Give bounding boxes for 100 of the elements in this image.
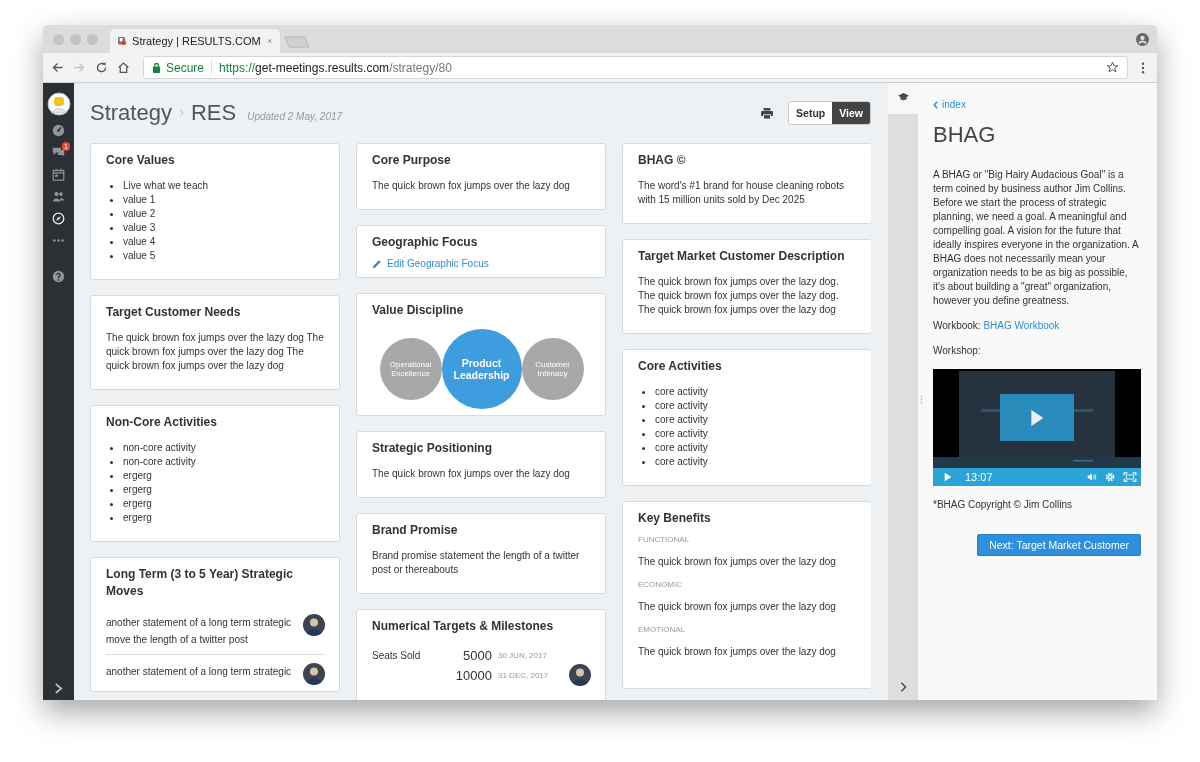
bullet-icon xyxy=(642,446,645,450)
close-icon[interactable] xyxy=(266,37,272,45)
target-date: 30 JUN, 2017 xyxy=(498,650,547,660)
benefit-label: EMOTIONAL xyxy=(638,625,687,634)
list-item: ergerg xyxy=(123,483,152,497)
workbook-text: Workbook: BHAG Workbook xyxy=(933,319,1061,333)
list-item: core activity xyxy=(655,427,708,441)
card-text: The quick brown fox jumps over the lazy dog xyxy=(372,467,571,481)
bullet-icon xyxy=(110,502,113,506)
card-title: Numerical Targets & Milestones xyxy=(372,618,555,635)
benefit-text: The quick brown fox jumps over the lazy dog xyxy=(638,646,837,657)
calendar-icon[interactable] xyxy=(52,167,65,181)
benefit-text: The quick brown fox jumps over the lazy dog xyxy=(638,556,837,567)
help-icon[interactable] xyxy=(52,269,65,283)
people-icon[interactable] xyxy=(52,189,65,203)
copyright-text: *BHAG Copyright © Jim Collins xyxy=(933,498,1074,512)
list-item: value 5 xyxy=(123,249,156,263)
list-item: ergerg xyxy=(123,469,152,483)
bullet-icon xyxy=(110,240,113,244)
graduation-cap-icon[interactable] xyxy=(897,93,909,101)
edit-link[interactable]: Edit Geographic Focus xyxy=(387,258,489,269)
play-button[interactable] xyxy=(1000,394,1074,441)
list-item: core activity xyxy=(655,399,708,413)
compass-icon[interactable] xyxy=(52,211,65,225)
benefit-text: The quick brown fox jumps over the lazy dog xyxy=(638,601,837,612)
avatar xyxy=(303,663,325,685)
card-title: Value Discipline xyxy=(372,302,465,319)
strategic-move-text: another statement of a long term strategic move the length of a twitter post xyxy=(106,616,293,647)
bullet-icon xyxy=(110,488,113,492)
card-title: BHAG © xyxy=(638,152,687,169)
target-date: 31 DEC, 2017 xyxy=(498,670,549,680)
settings-icon[interactable] xyxy=(1105,472,1115,482)
discipline-option[interactable]: Product Leadership xyxy=(441,329,522,409)
bullet-icon xyxy=(642,404,645,408)
gauge-icon[interactable] xyxy=(52,123,65,137)
list-item: non-core activity xyxy=(123,441,196,455)
chevron-left-icon xyxy=(933,100,938,109)
play-icon xyxy=(1029,407,1045,428)
benefit-label: ECONOMIC xyxy=(638,580,683,589)
favicon-icon xyxy=(118,35,127,47)
bullet-icon xyxy=(110,184,113,188)
index-link[interactable]: index xyxy=(933,99,1141,110)
play-icon[interactable] xyxy=(943,472,953,482)
panel-title: BHAG xyxy=(933,122,997,148)
card-text: Brand promise statement the length of a twitter post or thereabouts xyxy=(372,549,581,577)
mode-toggle[interactable]: Setup xyxy=(789,102,833,124)
discipline-option[interactable]: Customer Intimacy xyxy=(521,338,584,400)
video-time: 13:07 xyxy=(965,471,993,483)
expand-chevron-icon[interactable] xyxy=(54,683,63,694)
list-item: value 1 xyxy=(123,193,156,207)
home-icon[interactable] xyxy=(117,61,130,74)
list-item: ergerg xyxy=(123,511,152,525)
list-item: core activity xyxy=(655,385,708,399)
volume-icon[interactable] xyxy=(1087,472,1097,482)
address-field[interactable]: Secure https://get-meetings.results.com/strategy/80 xyxy=(143,56,1128,79)
updated-date: Updated 2 May, 2017 xyxy=(247,110,343,122)
card-title: Non-Core Activities xyxy=(106,414,218,431)
bullet-icon xyxy=(642,460,645,464)
page-subtitle: RES xyxy=(190,100,237,126)
bullet-icon xyxy=(110,212,113,216)
chat-icon[interactable] xyxy=(52,145,65,159)
back-icon[interactable] xyxy=(51,61,64,74)
card-title: Core Purpose xyxy=(372,152,452,169)
description-text: A BHAG or "Big Hairy Audacious Goal" is a term coined by business author Jim Collins. Before we start the process of strategic planning, we need a goal. A meaningful and compelling goal. A vision for the future that ideally inspires everyone in the organization. A BHAG does not necessarily mean your organization needs to be as big as possible, it's about building a "great" organization, however you define greatness. xyxy=(933,168,1140,308)
bullet-icon xyxy=(110,254,113,258)
card-title: Target Market Customer Description xyxy=(638,248,846,265)
mode-toggle[interactable]: View xyxy=(832,102,870,124)
next-button[interactable]: Next: Target Market Customer xyxy=(977,534,1141,556)
bullet-icon xyxy=(642,418,645,422)
card-text: The quick brown fox jumps over the lazy dog The quick brown fox jumps over the lazy dog The quick brown fox jumps over the lazy dog xyxy=(106,331,325,373)
collapse-chevron-icon[interactable] xyxy=(899,682,907,692)
list-item: value 4 xyxy=(123,235,156,249)
bullet-icon xyxy=(110,460,113,464)
card-title: Key Benefits xyxy=(638,510,712,527)
target-value: 10000 xyxy=(454,667,492,683)
card-text: The quick brown fox jumps over the lazy dog. The quick brown fox jumps over the lazy dog. The quick brown fox jumps over the lazy dog xyxy=(638,275,840,317)
fullscreen-icon[interactable] xyxy=(1123,472,1137,482)
page-title: Strategy xyxy=(90,100,172,126)
discipline-option[interactable]: Operational Excellence xyxy=(379,338,442,400)
bullet-icon xyxy=(110,516,113,520)
print-icon[interactable] xyxy=(761,107,774,119)
url-text: https://get-meetings.results.com/strategy/80 xyxy=(219,60,452,75)
reload-icon[interactable] xyxy=(95,61,108,74)
user-avatar[interactable] xyxy=(46,92,71,116)
card-title: Core Activities xyxy=(638,358,723,375)
lock-icon xyxy=(152,62,161,73)
list-item: core activity xyxy=(655,441,708,455)
security-label: Secure xyxy=(166,60,205,75)
bullet-icon xyxy=(110,446,113,450)
workbook-link[interactable]: BHAG Workbook xyxy=(983,320,1060,331)
card-title: Brand Promise xyxy=(372,522,459,539)
menu-icon[interactable] xyxy=(1141,61,1145,74)
bookmark-star-icon[interactable] xyxy=(1106,61,1119,74)
list-item: value 3 xyxy=(123,221,156,235)
profile-icon[interactable] xyxy=(1136,32,1149,46)
browser-tab[interactable]: Strategy | RESULTS.COM xyxy=(110,29,280,53)
list-item: Live what we teach xyxy=(123,179,209,193)
list-item: non-core activity xyxy=(123,455,196,469)
strategic-move-text: another statement of a long term strategic xyxy=(106,665,293,679)
target-label: Seats Sold xyxy=(372,649,422,661)
